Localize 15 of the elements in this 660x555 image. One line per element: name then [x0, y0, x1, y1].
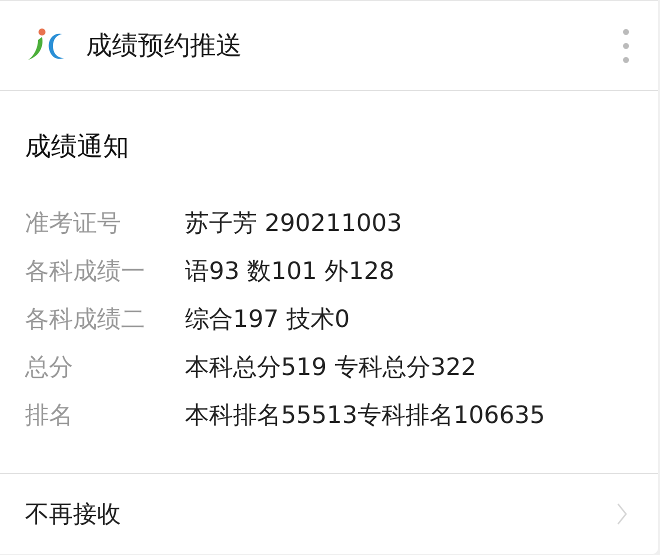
- more-menu-icon[interactable]: [622, 28, 630, 64]
- field-value: 本科排名55513专科排名106635: [185, 400, 545, 431]
- header-title: 成绩预约推送: [86, 30, 243, 63]
- unsubscribe-item[interactable]: 不再接收: [0, 474, 658, 554]
- field-value: 本科总分519 专科总分322: [185, 352, 476, 383]
- field-label: 各科成绩二: [25, 304, 146, 335]
- field-label: 各科成绩一: [25, 256, 146, 287]
- field-value: 苏子芳 290211003: [185, 208, 402, 239]
- field-value: 综合197 技术0: [185, 304, 350, 335]
- field-label: 准考证号: [25, 208, 122, 239]
- chevron-right-icon: [616, 502, 628, 526]
- field-label: 排名: [25, 400, 74, 431]
- field-value: 语93 数101 外128: [185, 256, 394, 287]
- field-label: 总分: [25, 352, 74, 383]
- notice-title: 成绩通知: [25, 131, 130, 164]
